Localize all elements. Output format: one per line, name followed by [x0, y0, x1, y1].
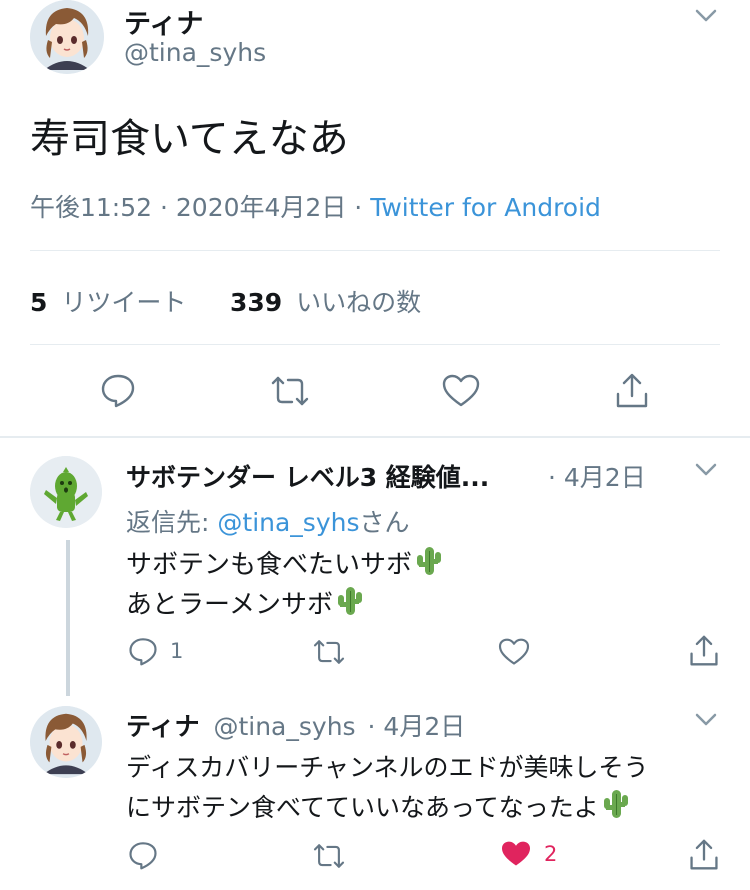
reply1-display-name[interactable]: サボテンダー レベル3 経験値... — [126, 458, 489, 494]
section-divider — [0, 436, 750, 438]
reply-to-line: 返信先: @tina_syhsさん — [126, 508, 410, 537]
avatar-tina[interactable] — [30, 0, 104, 74]
retweet-stats[interactable]: 5 リツイート — [30, 283, 186, 319]
reply1-reply-count: 1 — [170, 639, 184, 663]
cactus-emoji — [335, 585, 365, 617]
main-handle[interactable]: @tina_syhs — [124, 38, 266, 67]
reply1-reply-button[interactable]: 1 — [128, 636, 183, 666]
reply2-text-line1: ディスカバリーチャンネルのエドが美味しそう — [126, 753, 649, 782]
share-icon — [690, 635, 718, 666]
reply1-text-line1: サボテンも食べたいサボ — [126, 544, 444, 581]
retweet-count: 5 — [30, 288, 48, 317]
reply1-like-button[interactable] — [498, 638, 530, 666]
main-tweet-text: 寿司食いてえなあ — [30, 116, 349, 162]
tweet-time: 午後11:52 — [30, 193, 153, 222]
reply2-header: ティナ @tina_syhs · 4月2日 — [126, 707, 465, 743]
reply-to-handle[interactable]: @tina_syhs — [217, 508, 359, 537]
reply1-text-line2: あとラーメンサボ — [126, 584, 365, 621]
avatar-tina[interactable] — [30, 706, 102, 778]
chevron-down-icon[interactable] — [694, 8, 718, 24]
tweet-date: 2020年4月2日 — [175, 193, 347, 222]
reply-icon — [129, 638, 157, 666]
divider — [30, 250, 720, 251]
retweet-label: リツイート — [61, 288, 187, 317]
tweet-meta: 午後11:52 · 2020年4月2日 · Twitter for Androi… — [30, 193, 601, 222]
like-stats[interactable]: 339 いいねの数 — [230, 283, 421, 319]
avatar-cactuar[interactable] — [30, 456, 102, 528]
like-icon-filled — [502, 841, 530, 866]
reply2-like-button[interactable]: 2 — [500, 840, 557, 868]
divider — [30, 344, 720, 345]
chevron-down-icon[interactable] — [694, 712, 718, 728]
like-label: いいねの数 — [296, 288, 422, 317]
cactus-emoji — [414, 545, 444, 577]
like-icon — [498, 638, 530, 665]
share-icon — [690, 839, 718, 870]
share-icon — [616, 373, 648, 408]
retweet-icon — [313, 844, 345, 868]
share-button[interactable] — [614, 372, 650, 410]
reply2-text-line2: にサボテン食べてていいなあってなったよ — [126, 788, 631, 824]
main-display-name[interactable]: ティナ — [124, 2, 203, 41]
retweet-icon — [271, 376, 309, 406]
reply-button[interactable] — [100, 372, 136, 408]
thread-line — [66, 540, 70, 696]
chevron-down-icon[interactable] — [694, 462, 718, 478]
reply2-share-button[interactable] — [688, 838, 720, 872]
like-icon — [442, 374, 480, 407]
reply1-share-button[interactable] — [688, 634, 720, 668]
reply2-retweet-button[interactable] — [312, 842, 346, 870]
reply-icon — [101, 374, 135, 408]
cactus-emoji — [601, 788, 631, 820]
retweet-icon — [313, 640, 345, 664]
like-count: 339 — [230, 288, 283, 317]
reply2-date[interactable]: · 4月2日 — [368, 712, 466, 741]
reply2-like-count: 2 — [544, 842, 558, 866]
retweet-button[interactable] — [270, 374, 310, 408]
tweet-source-link[interactable]: Twitter for Android — [370, 193, 601, 222]
like-button[interactable] — [442, 374, 480, 408]
reply1-date[interactable]: · 4月2日 — [548, 458, 646, 494]
reply2-reply-button[interactable] — [128, 840, 158, 870]
reply2-handle[interactable]: @tina_syhs — [213, 712, 355, 741]
reply1-retweet-button[interactable] — [312, 638, 346, 666]
reply2-display-name[interactable]: ティナ — [126, 712, 200, 741]
reply-icon — [129, 842, 157, 870]
